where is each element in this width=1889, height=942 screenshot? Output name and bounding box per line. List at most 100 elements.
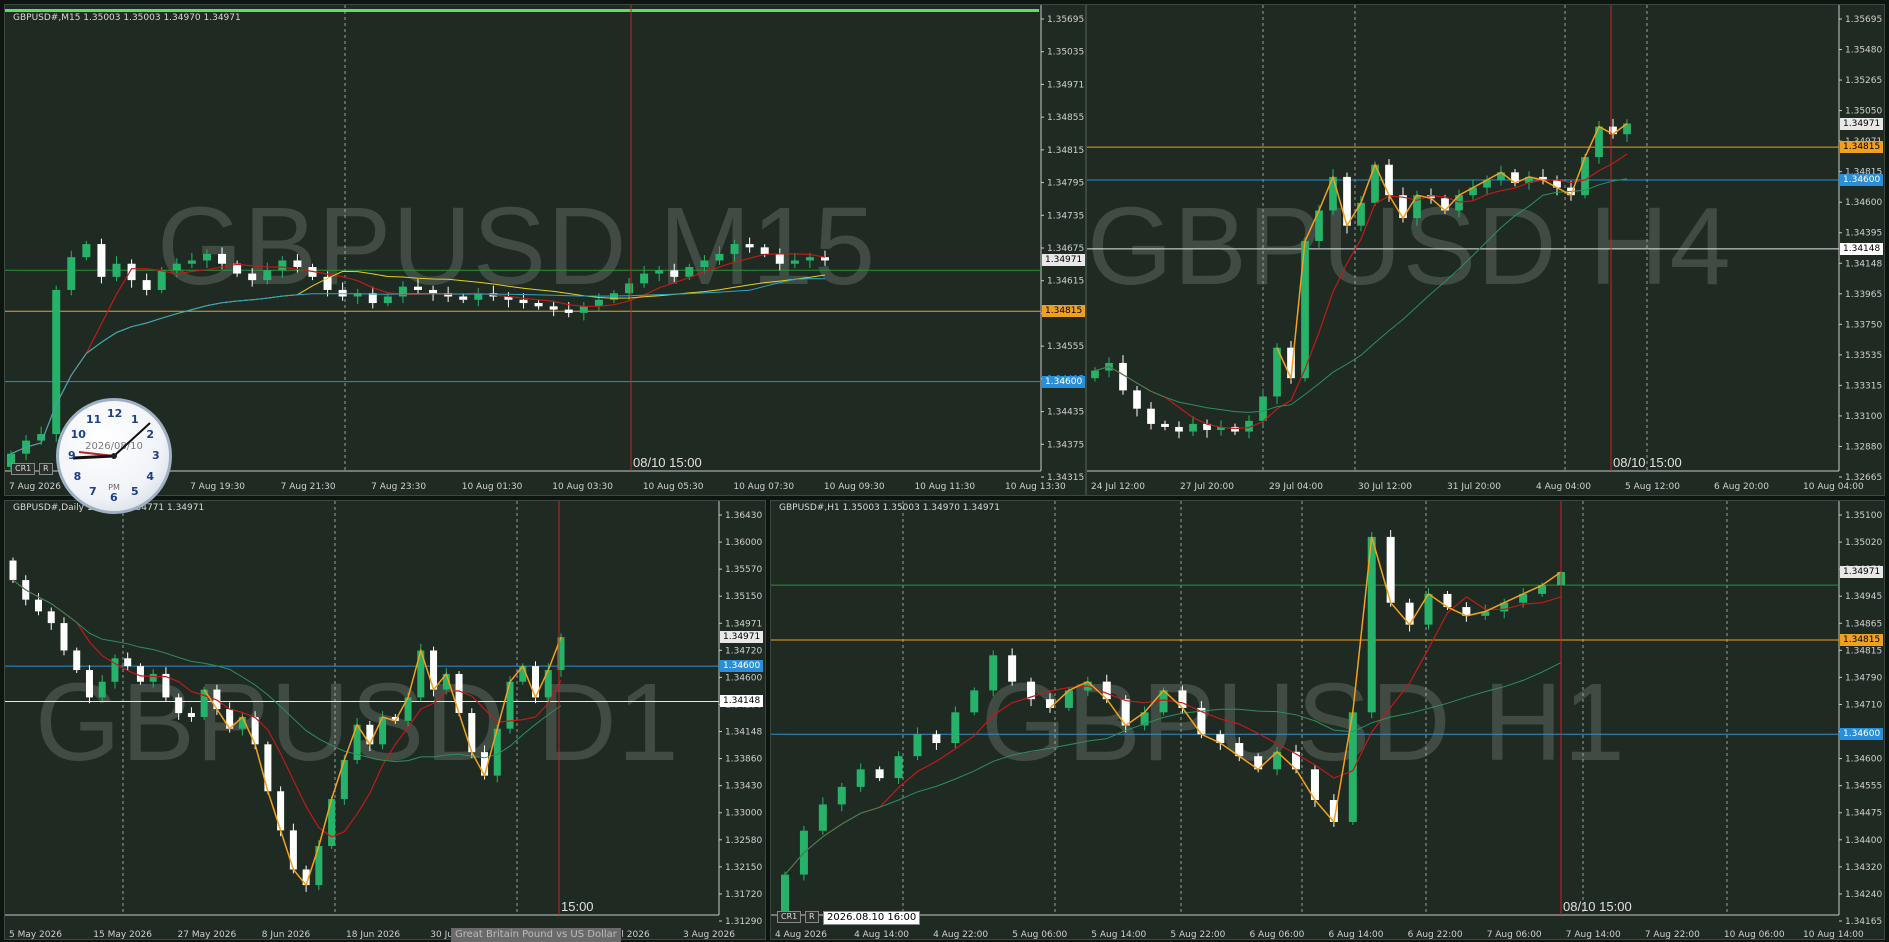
level-tag-orange: 1.34815	[1042, 305, 1085, 318]
candle	[1045, 699, 1054, 708]
x-tick-label: 10 Aug 05:30	[643, 482, 704, 492]
x-tick-label: 4 Aug 04:00	[1536, 482, 1591, 492]
candle	[414, 286, 422, 290]
y-tick-label: 1.32880	[1845, 442, 1882, 452]
y-tick-label: 1.35035	[1047, 48, 1084, 58]
level-tag-white: 1.34148	[720, 695, 764, 708]
x-tick-label: 15 May 2026	[93, 930, 152, 940]
cr1-button[interactable]: CR1	[11, 463, 36, 475]
candle	[293, 260, 302, 268]
zigzag-line	[203, 636, 562, 887]
y-tick-label: 1.34790	[1845, 673, 1882, 683]
candle	[715, 253, 724, 261]
y-tick-label: 1.35570	[725, 565, 762, 575]
candle	[459, 296, 468, 300]
y-tick-label: 1.34165	[1845, 917, 1882, 927]
clock-number: 4	[146, 470, 155, 483]
candle	[1147, 408, 1155, 424]
candle	[1189, 423, 1197, 432]
candle	[136, 666, 144, 682]
y-tick-label: 1.34795	[1047, 179, 1084, 189]
candle	[1175, 426, 1183, 432]
candle	[142, 280, 151, 290]
candle	[338, 289, 347, 297]
x-tick-label: 10 Aug 13:30	[1005, 482, 1066, 492]
x-tick-label: 10 Aug 03:30	[552, 482, 613, 492]
y-tick-label: 1.32580	[725, 836, 762, 846]
x-tick-label: 4 Aug 22:00	[933, 930, 988, 940]
candle	[1008, 655, 1017, 682]
chart-panel-d1[interactable]: GBPUSD#,Daily 1.35059 1.34771 1.34971 GB…	[4, 500, 766, 940]
y-tick-label: 1.34375	[1047, 440, 1084, 450]
candle	[127, 263, 136, 281]
y-tick-label: 1.36430	[725, 511, 762, 521]
x-tick-label: 10 Aug 09:30	[824, 482, 885, 492]
x-tick-label: 5 Aug 22:00	[1170, 930, 1225, 940]
chart-canvas-h4[interactable]: 08/10 15:001.356951.354801.352651.350501…	[1087, 5, 1885, 496]
y-tick-label: 1.34735	[1047, 211, 1084, 221]
x-tick-label: 6 Aug 20:00	[1714, 482, 1769, 492]
x-tick-label: 29 Jul 04:00	[1269, 482, 1323, 492]
candle	[932, 734, 941, 744]
r-button[interactable]: R	[39, 463, 53, 475]
candle	[875, 769, 884, 779]
y-tick-label: 1.35265	[1845, 76, 1882, 86]
candle	[1161, 423, 1169, 427]
y-tick-label: 1.34815	[1047, 146, 1084, 156]
y-tick-label: 1.31290	[725, 917, 762, 927]
chart-panel-h4[interactable]: GBPUSD H4 08/10 15:00 1.35695 1.35480 1.352…	[1086, 4, 1885, 496]
cr1-button[interactable]: CR1	[777, 911, 802, 923]
y-tick-label: 1.33000	[725, 809, 762, 819]
candle	[429, 289, 438, 294]
x-tick-label: 10 Aug 14:00	[1803, 930, 1864, 940]
candle	[1091, 370, 1099, 379]
clock-number: 9	[68, 449, 76, 462]
candle	[248, 273, 257, 281]
clock-number: 7	[89, 485, 97, 499]
x-tick-label: 27 May 2026	[178, 930, 237, 940]
ma-green-line	[12, 579, 562, 763]
x-tick-label: 31 Jul 20:00	[1447, 482, 1501, 492]
candle	[730, 244, 739, 254]
y-tick-label: 1.34855	[1047, 113, 1084, 123]
y-tick-label: 1.35480	[1845, 46, 1882, 56]
chart-canvas-h1[interactable]: 08/10 15:00 1.35100 1.35020 1.34971 1.34945 1…	[771, 501, 1885, 940]
clock-number: 2	[146, 428, 155, 441]
r-button[interactable]: R	[805, 911, 819, 923]
x-tick-label: 30 Jul 12:00	[1358, 482, 1412, 492]
y-tick-label: 1.32150	[725, 863, 762, 873]
candle	[112, 263, 121, 277]
y-tick-label: 1.35100	[1845, 511, 1882, 521]
analog-clock[interactable]: 2026/08/10 PM 12 1 2 3 4 5 6 7 8 9 10 11	[56, 398, 172, 514]
y-tick-label: 1.34720	[725, 646, 762, 656]
candle	[655, 270, 664, 274]
date-time-box[interactable]: 2026.08.10 16:00	[823, 911, 921, 925]
level-tag-blue: 1.34600	[1042, 375, 1085, 388]
candle	[821, 257, 829, 261]
chart-panel-h1[interactable]: GBPUSD#,H1 1.35003 1.35003 1.34970 1.349…	[770, 500, 1885, 940]
y-tick-label: 1.34815	[1845, 646, 1882, 656]
y-tick-label: 1.34555	[1845, 782, 1882, 792]
vline-label: 08/10 15:00	[1613, 455, 1682, 470]
current-price-tag: 1.34971	[1840, 566, 1884, 578]
candle	[989, 655, 998, 691]
y-tick-label: 1.34971	[725, 619, 762, 629]
x-tick-label: 7 Aug 19:30	[190, 482, 245, 492]
y-tick-label: 1.34400	[1845, 836, 1882, 846]
y-tick-label: 1.35695	[1047, 15, 1084, 25]
symbol-tooltip: Great Britain Pound vs US Dollar	[451, 928, 621, 942]
y-tick-label: 1.33430	[725, 782, 762, 792]
y-tick-label: 1.33860	[725, 755, 762, 765]
candle	[951, 712, 960, 744]
x-tick-label: 27 Jul 20:00	[1180, 482, 1234, 492]
candle	[818, 804, 827, 831]
chart-canvas-d1[interactable]: 15:00 1.36430 1.36000 1.35570 1.35150 1.34971…	[5, 501, 766, 940]
level-tag-orange: 1.34815	[1840, 141, 1884, 154]
candle	[564, 309, 573, 313]
candle	[594, 299, 603, 307]
level-tag-blue: 1.34600	[720, 660, 764, 673]
x-tick-label: 10 Aug 07:30	[733, 482, 794, 492]
x-tick-label: 10 Aug 04:00	[1803, 482, 1864, 492]
x-tick-label: 8 Jun 2026	[262, 930, 311, 940]
candle	[894, 756, 903, 779]
